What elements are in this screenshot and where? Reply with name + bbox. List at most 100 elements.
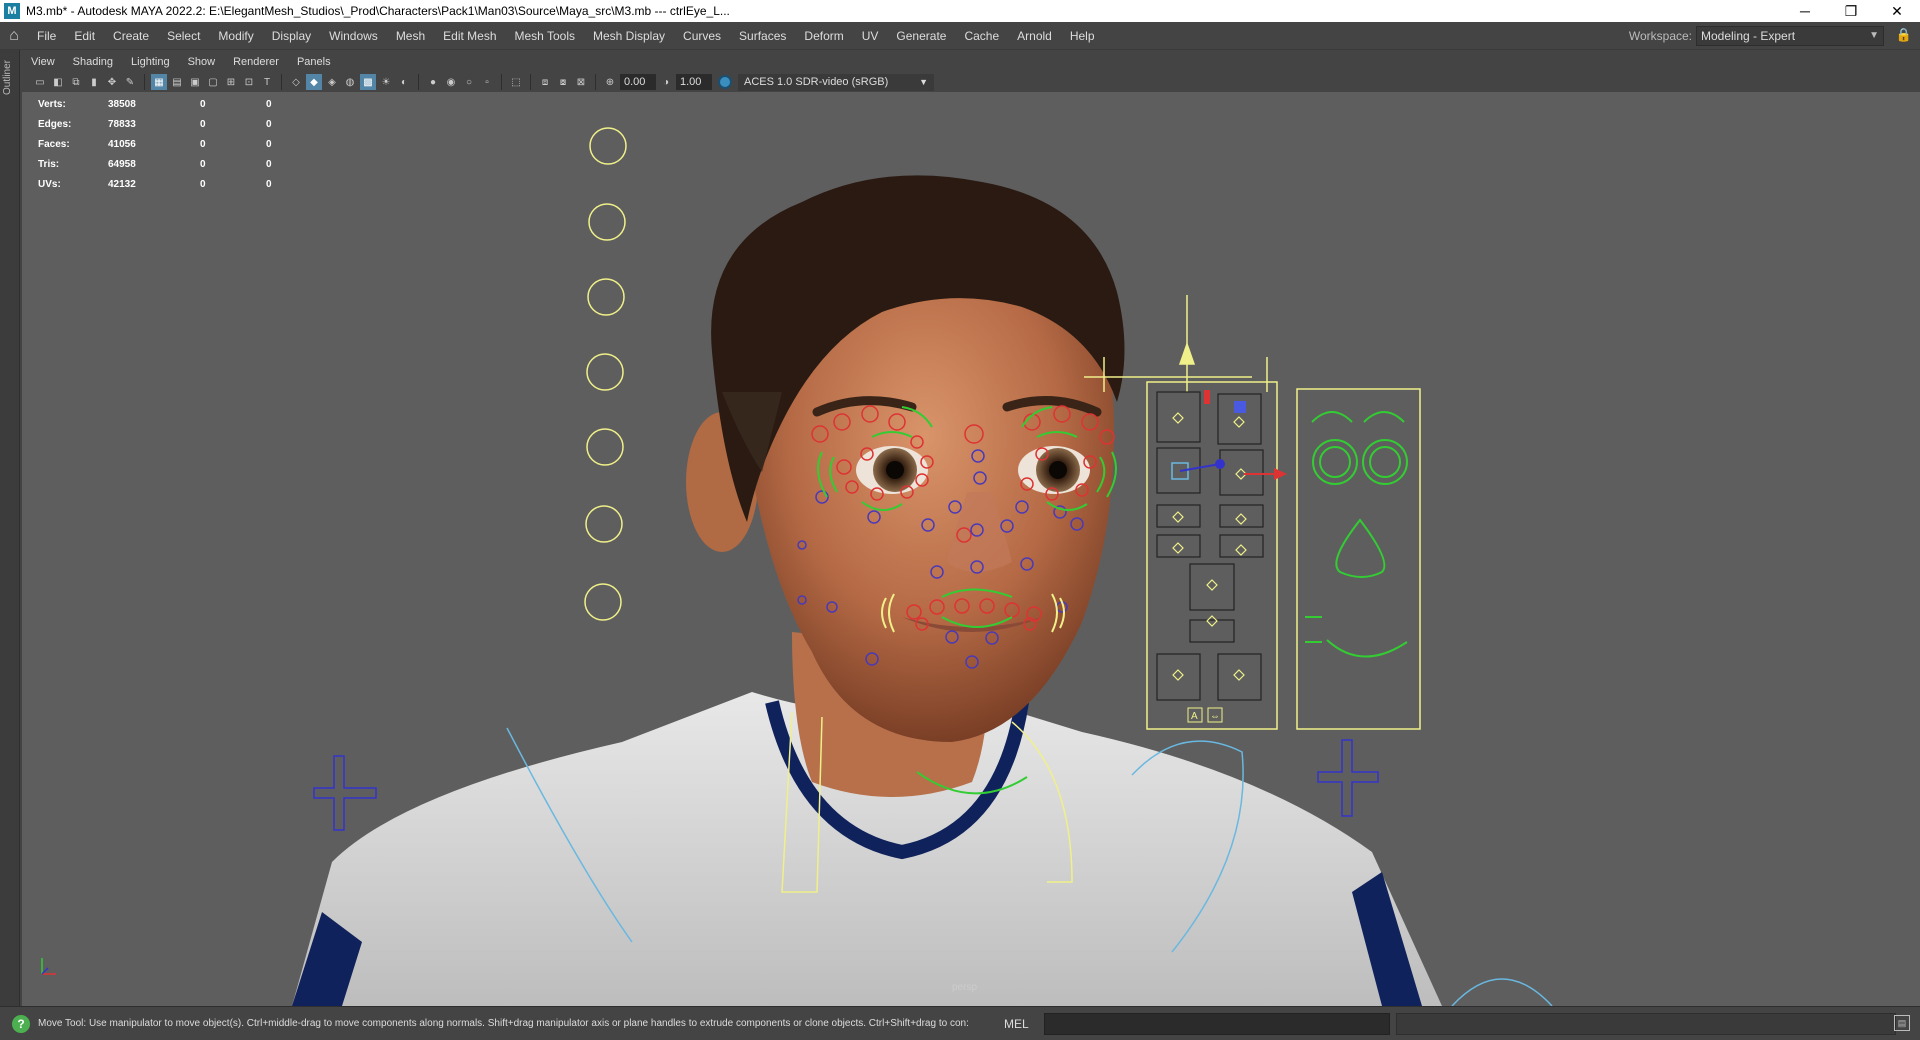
face-schematic: [1305, 411, 1408, 658]
maya-app-icon: M: [4, 3, 20, 19]
main-menu-bar: ⌂ File Edit Create Select Modify Display…: [0, 22, 1920, 50]
panel-label-swap: ⇔: [1210, 711, 1220, 722]
menu-edit[interactable]: Edit: [65, 22, 104, 50]
panel-toolbar: ▭ ◧ ⧉ ▮ ✥ ✎ ▦ ▤ ▣ ▢ ⊞ ⊡ T ◇ ◆ ◈ ◍ ▩ ☀ ◐ …: [22, 72, 1920, 92]
chevron-down-icon: ▼: [919, 76, 928, 87]
film-gate-icon[interactable]: ▤: [169, 74, 185, 90]
help-message: Move Tool: Use manipulator to move objec…: [38, 1018, 969, 1029]
viewport-persp[interactable]: A ⇔ Verts: 38508 0 0 Edges: 78833 0 0 Fa…: [22, 92, 1920, 1006]
exposure-icon[interactable]: ⊕: [602, 74, 618, 90]
menu-display[interactable]: Display: [263, 22, 320, 50]
cross-control-left: [313, 755, 377, 831]
menu-surfaces[interactable]: Surfaces: [730, 22, 795, 50]
gate-mask-icon[interactable]: ▢: [205, 74, 221, 90]
restore-button[interactable]: ❐: [1828, 0, 1874, 22]
resolution-gate-icon[interactable]: ▣: [187, 74, 203, 90]
panel-menu-renderer[interactable]: Renderer: [224, 56, 288, 68]
depth-of-field-icon[interactable]: ▫: [479, 74, 495, 90]
panel-menu-show[interactable]: Show: [179, 56, 225, 68]
cross-control-right: [1317, 739, 1379, 817]
workspace-dropdown[interactable]: Modeling - Expert ▼: [1696, 26, 1884, 46]
command-type-toggle[interactable]: MEL: [1004, 1017, 1034, 1031]
shadows-icon[interactable]: ◐: [396, 74, 412, 90]
menu-edit-mesh[interactable]: Edit Mesh: [434, 22, 505, 50]
outliner-label[interactable]: Outliner: [2, 60, 13, 95]
menu-generate[interactable]: Generate: [887, 22, 955, 50]
menu-select[interactable]: Select: [158, 22, 209, 50]
panel-menu-view[interactable]: View: [22, 56, 64, 68]
grease-pencil-icon[interactable]: ✎: [122, 74, 138, 90]
menu-mesh-tools[interactable]: Mesh Tools: [506, 22, 584, 50]
camera-attributes-icon[interactable]: ◧: [50, 74, 66, 90]
hud-row-edges: Edges: 78833 0 0: [38, 118, 272, 130]
menu-help[interactable]: Help: [1061, 22, 1104, 50]
xray-active-icon[interactable]: ⧇: [555, 74, 571, 90]
bookmark-icon[interactable]: ⧉: [68, 74, 84, 90]
xray-icon[interactable]: ◍: [342, 74, 358, 90]
control-circles-column: [584, 127, 627, 621]
wireframe-on-shaded-icon[interactable]: ◈: [324, 74, 340, 90]
menu-windows[interactable]: Windows: [320, 22, 387, 50]
outliner-strip[interactable]: Outliner: [0, 50, 20, 1006]
isolate-select-icon[interactable]: ⬚: [508, 74, 524, 90]
menu-cache[interactable]: Cache: [955, 22, 1008, 50]
wireframe-icon[interactable]: ◇: [288, 74, 304, 90]
title-bar: M M3.mb* - Autodesk MAYA 2022.2: E:\Eleg…: [0, 0, 1920, 22]
help-icon[interactable]: ?: [12, 1014, 30, 1033]
chevron-down-icon: ▼: [1869, 30, 1879, 41]
workspace-label: Workspace:: [1628, 29, 1692, 43]
ambient-occlusion-icon[interactable]: ●: [425, 74, 441, 90]
field-chart-icon[interactable]: ⊞: [223, 74, 239, 90]
panel-menu-shading[interactable]: Shading: [64, 56, 122, 68]
home-icon[interactable]: ⌂: [0, 22, 28, 50]
panel-label-a: A: [1191, 711, 1198, 722]
menu-mesh-display[interactable]: Mesh Display: [584, 22, 674, 50]
motion-blur-icon[interactable]: ◉: [443, 74, 459, 90]
textured-icon[interactable]: ▩: [360, 74, 376, 90]
use-lights-icon[interactable]: ☀: [378, 74, 394, 90]
view-transform-value: ACES 1.0 SDR-video (sRGB): [744, 75, 889, 88]
anti-aliasing-icon[interactable]: ○: [461, 74, 477, 90]
poly-count-hud: Verts: 38508 0 0 Edges: 78833 0 0 Faces:…: [38, 94, 306, 194]
view-transform-dropdown[interactable]: ACES 1.0 SDR-video (sRGB) ▼: [738, 73, 934, 91]
hud-row-faces: Faces: 41056 0 0: [38, 138, 272, 150]
safe-action-icon[interactable]: ⊡: [241, 74, 257, 90]
facial-ui-panel: [1146, 381, 1421, 730]
smooth-shade-icon[interactable]: ◆: [306, 74, 322, 90]
menu-curves[interactable]: Curves: [674, 22, 730, 50]
facial-ui-slots: [1156, 391, 1264, 701]
image-plane-icon[interactable]: ▮: [86, 74, 102, 90]
lock-icon[interactable]: 🔒: [1896, 27, 1912, 43]
menu-modify[interactable]: Modify: [209, 22, 262, 50]
select-camera-icon[interactable]: ▭: [32, 74, 48, 90]
menu-arnold[interactable]: Arnold: [1008, 22, 1061, 50]
menu-create[interactable]: Create: [104, 22, 158, 50]
help-line: ? Move Tool: Use manipulator to move obj…: [0, 1006, 1920, 1040]
safe-title-icon[interactable]: T: [259, 74, 275, 90]
backface-culling-icon[interactable]: ⊠: [573, 74, 589, 90]
scene-render[interactable]: A ⇔: [22, 92, 1920, 1006]
command-result-field: [1396, 1012, 1896, 1035]
cyan-curve-bottom: [1451, 978, 1553, 1006]
2d-pan-zoom-icon[interactable]: ✥: [104, 74, 120, 90]
command-input[interactable]: [1044, 1012, 1390, 1035]
gamma-field[interactable]: 1.00: [676, 74, 712, 90]
axis-gizmo: [41, 958, 56, 975]
menu-deform[interactable]: Deform: [795, 22, 852, 50]
window-title: M3.mb* - Autodesk MAYA 2022.2: E:\Elegan…: [26, 4, 730, 18]
panel-menu-lighting[interactable]: Lighting: [122, 56, 179, 68]
minimize-button[interactable]: ─: [1782, 0, 1828, 22]
gamma-icon[interactable]: ◑: [658, 74, 674, 90]
panel-menu-panels[interactable]: Panels: [288, 56, 340, 68]
menu-mesh[interactable]: Mesh: [387, 22, 434, 50]
panel-menu-bar: View Shading Lighting Show Renderer Pane…: [22, 52, 1920, 72]
hud-row-tris: Tris: 64958 0 0: [38, 158, 272, 170]
menu-file[interactable]: File: [28, 22, 65, 50]
color-management-icon[interactable]: [718, 75, 732, 89]
xray-joints-icon[interactable]: ⧈: [537, 74, 553, 90]
exposure-field[interactable]: 0.00: [620, 74, 656, 90]
menu-uv[interactable]: UV: [853, 22, 888, 50]
script-editor-icon[interactable]: ▤: [1894, 1015, 1910, 1031]
grid-icon[interactable]: ▦: [151, 74, 167, 90]
close-button[interactable]: ✕: [1874, 0, 1920, 22]
